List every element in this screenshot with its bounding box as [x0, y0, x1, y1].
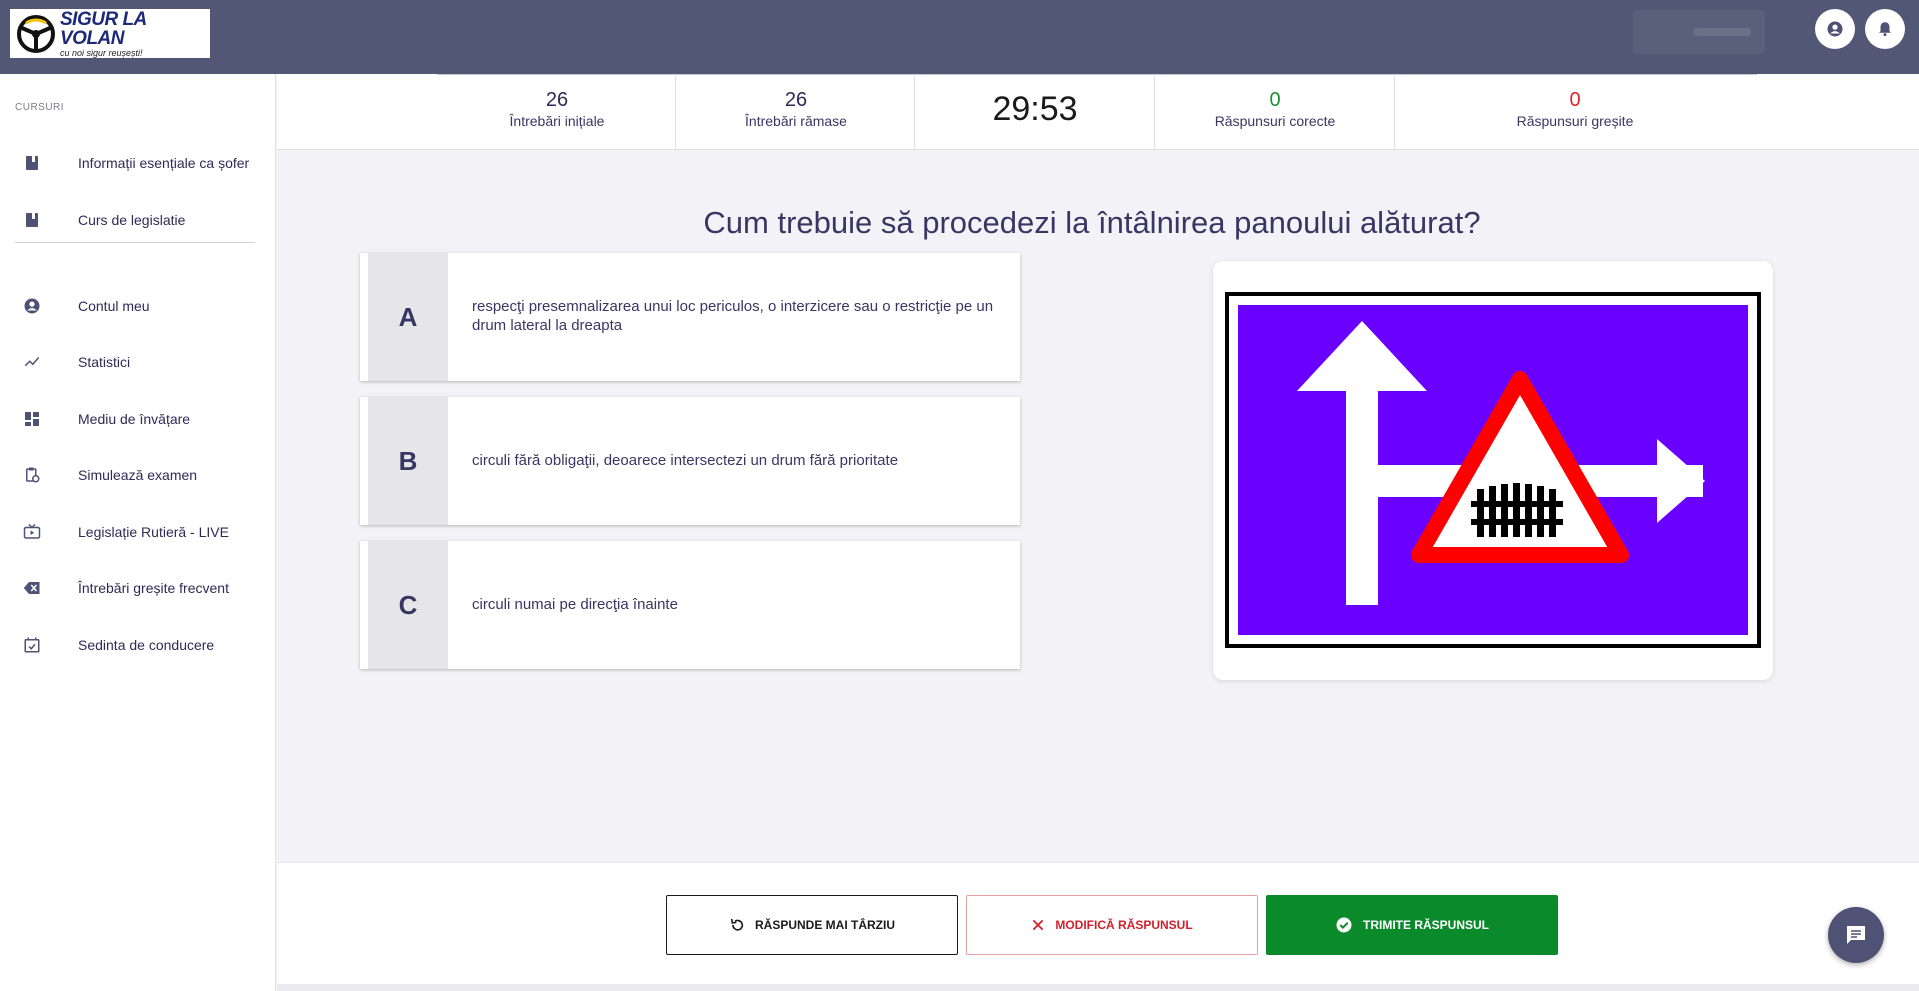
answer-option-b[interactable]: B circuli fără obligaţii, deoarece inter…	[360, 397, 1020, 525]
question-image-card	[1213, 261, 1773, 680]
dashboard-icon	[23, 410, 41, 428]
stat-label: Întrebări rămase	[745, 113, 847, 129]
stat-label: Întrebări inițiale	[509, 113, 605, 129]
sidebar-item-label: Informații esențiale ca șofer	[78, 155, 250, 171]
sidebar-item-intrebari-gresite[interactable]: Întrebări greșite frecvent	[0, 568, 276, 608]
account-circle-icon	[23, 297, 41, 315]
sidebar-item-informatii-esentiale[interactable]: Informații esențiale ca șofer	[0, 143, 276, 183]
sidebar-item-contul-meu[interactable]: Contul meu	[0, 286, 276, 326]
submit-answer-label: TRIMITE RĂSPUNSUL	[1363, 918, 1489, 932]
answer-text: circuli numai pe direcţia înainte	[472, 595, 678, 613]
account-circle-icon	[1827, 21, 1843, 37]
stat-correct-answers: 0 Răspunsuri corecte	[1155, 74, 1395, 150]
modify-answer-label: MODIFICĂ RĂSPUNSUL	[1055, 918, 1193, 932]
sidebar-item-label: Mediu de învățare	[78, 411, 191, 427]
sidebar-item-sedinta-conducere[interactable]: Sedinta de conducere	[0, 625, 276, 665]
sidebar-item-label: Curs de legislatie	[78, 212, 186, 228]
chat-icon	[1847, 926, 1865, 944]
sidebar-item-simuleaza-examen[interactable]: Simulează examen	[0, 455, 276, 495]
answer-text: circuli fără obligaţii, deoarece interse…	[472, 451, 899, 469]
answer-text: respecţi presemnalizarea unui loc pericu…	[472, 298, 994, 334]
answer-later-label: RĂSPUNDE MAI TÂRZIU	[755, 918, 895, 932]
book-icon	[23, 211, 41, 229]
top-bar: SIGUR LA VOLAN cu noi sigur reușești!	[0, 0, 1919, 74]
live-tv-icon	[23, 523, 41, 541]
stat-value: 26	[545, 89, 569, 111]
refresh-icon	[730, 918, 744, 931]
user-info-blurred[interactable]	[1633, 10, 1765, 54]
sidebar-item-label: Simulează examen	[78, 467, 198, 483]
backspace-x-icon	[23, 579, 41, 597]
sidebar-item-statistici[interactable]: Statistici	[0, 342, 276, 382]
sidebar-item-legislatie-live[interactable]: Legislație Rutieră - LIVE	[0, 512, 276, 552]
stat-remaining-questions: 26 Întrebări rămase	[676, 74, 916, 150]
answer-letter: B	[368, 397, 448, 525]
sidebar-divider	[15, 242, 255, 243]
stat-timer: 29:53	[915, 74, 1155, 150]
sidebar-item-label: Sedinta de conducere	[78, 637, 215, 653]
chat-button[interactable]	[1828, 907, 1884, 963]
close-icon	[1033, 919, 1044, 931]
sidebar-item-label: Legislație Rutieră - LIVE	[78, 524, 229, 540]
answer-later-button[interactable]: RĂSPUNDE MAI TÂRZIU	[666, 895, 958, 955]
sidebar-item-curs-legislatie[interactable]: Curs de legislatie	[0, 200, 276, 240]
road-sign-image	[1225, 292, 1761, 648]
stat-initial-questions: 26 Întrebări inițiale	[437, 74, 677, 150]
action-bar: RĂSPUNDE MAI TÂRZIU MODIFICĂ RĂSPUNSUL T…	[277, 862, 1919, 991]
sidebar-section-label: CURSURI	[15, 102, 65, 113]
question-text: Cum trebuie să procedezi la întâlnirea p…	[703, 205, 1481, 240]
sidebar-item-label: Întrebări greșite frecvent	[78, 580, 229, 596]
stat-value: 0	[1269, 89, 1281, 111]
stat-label: Răspunsuri greșite	[1516, 113, 1634, 129]
clipboard-clock-icon	[23, 466, 41, 484]
countdown-timer: 29:53	[992, 90, 1078, 128]
answer-option-c[interactable]: C circuli numai pe direcţia înainte	[360, 541, 1020, 669]
answer-option-a[interactable]: A respecţi presemnalizarea unui loc peri…	[360, 253, 1020, 381]
stat-value: 26	[784, 89, 808, 111]
modify-answer-button[interactable]: MODIFICĂ RĂSPUNSUL	[966, 895, 1258, 955]
brand-subtitle: cu noi sigur reușești!	[60, 47, 143, 58]
steering-wheel-icon	[17, 14, 55, 53]
bell-icon	[1879, 22, 1891, 37]
bottom-strip	[277, 984, 1919, 991]
stat-wrong-answers: 0 Răspunsuri greșite	[1395, 74, 1755, 150]
check-circle-icon	[1336, 917, 1352, 933]
answer-letter: C	[368, 541, 448, 669]
stat-value: 0	[1569, 89, 1581, 111]
trending-up-icon	[23, 353, 41, 371]
sidebar-item-label: Statistici	[78, 354, 131, 370]
quiz-stats-bar: 26 Întrebări inițiale 26 Întrebări rămas…	[277, 74, 1919, 150]
stat-label: Răspunsuri corecte	[1214, 113, 1336, 129]
brand-title: SIGUR LA VOLAN	[60, 8, 147, 49]
brand-logo[interactable]: SIGUR LA VOLAN cu noi sigur reușești!	[10, 9, 210, 58]
notifications-button[interactable]	[1865, 9, 1905, 49]
answer-letter: A	[368, 253, 448, 381]
sidebar-item-label: Contul meu	[78, 298, 150, 314]
submit-answer-button[interactable]: TRIMITE RĂSPUNSUL	[1266, 895, 1558, 955]
sidebar-item-mediu-invatare[interactable]: Mediu de învățare	[0, 399, 276, 439]
calendar-check-icon	[23, 636, 41, 654]
sidebar: CURSURI Informații esențiale ca șofer Cu…	[0, 74, 276, 991]
account-button[interactable]	[1815, 9, 1855, 49]
book-icon	[23, 154, 41, 172]
